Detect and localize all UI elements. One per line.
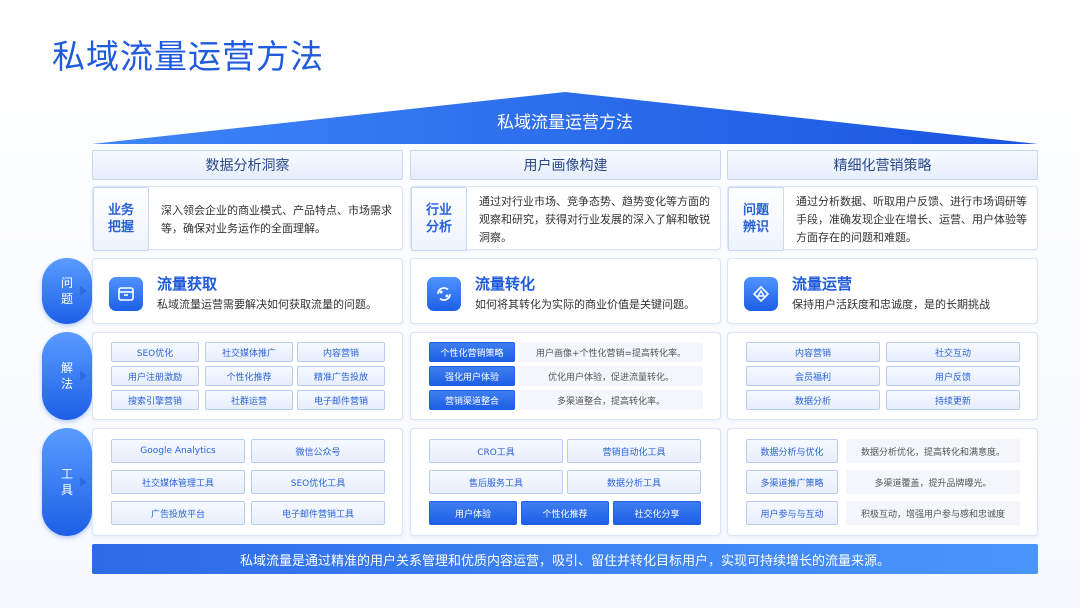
tools-box-1: Google Analytics 微信公众号 社交媒体管理工具 SEO优化工具 … [92,428,403,536]
intro-box-2: 行业 分析 通过对行业市场、竞争态势、趋势变化等方面的观察和研究，获得对行业发展… [410,186,721,251]
tool-note: 多渠道覆盖，提升品牌曝光。 [846,470,1020,494]
problem-box-2: 流量转化 如何将其转化为实际的商业价值是关键问题。 [410,258,721,324]
slide: 私域流量运营方法 私域流量运营方法 数据分析洞察 用户画像构建 精细化营销策略 … [0,0,1080,608]
intro-desc: 通过对行业市场、竞争态势、趋势变化等方面的观察和研究，获得对行业发展的深入了解和… [479,195,710,244]
intro-tag: 问题 辨识 [728,187,784,251]
solution-note: 多渠道整合，提高转化率。 [519,390,703,410]
problem-box-1: 流量获取 私域流量运营需要解决如何获取流量的问题。 [92,258,403,324]
tool-chip: 电子邮件营销工具 [251,501,385,525]
triangle-icon [744,277,778,311]
footer-banner: 私域流量是通过精准的用户关系管理和优质内容运营，吸引、留住并转化目标用户，实现可… [92,544,1038,574]
box-icon [109,277,143,311]
intro-box-3: 问题 辨识 通过分析数据、听取用户反馈、进行市场调研等手段，准确发现企业在增长、… [727,186,1038,251]
tool-chip: 多渠道推广策略 [746,470,838,494]
intro-box-1: 业务 把握 深入领会企业的商业模式、产品特点、市场需求等，确保对业务运作的全面理… [92,186,403,251]
tool-chip: 售后服务工具 [429,470,563,494]
tool-chip: 广告投放平台 [111,501,245,525]
solution-chip: 电子邮件营销 [297,390,385,410]
solution-chip: 个性化推荐 [205,366,293,386]
column-header-user-persona: 用户画像构建 [410,150,721,180]
solution-chip: 用户注册激励 [111,366,199,386]
solution-box-1: SEO优化 社交媒体推广 内容营销 用户注册激励 个性化推荐 精准广告投放 搜索… [92,332,403,420]
tool-chip-highlight: 社交化分享 [613,501,701,525]
solution-box-3: 内容营销 社交互动 会员福利 用户反馈 数据分析 持续更新 [727,332,1038,420]
page-title: 私域流量运营方法 [52,37,324,76]
solution-note: 用户画像+个性化营销=提高转化率。 [519,342,703,362]
tool-chip: 营销自动化工具 [567,439,701,463]
tool-note: 数据分析优化，提高转化和满意度。 [846,439,1020,463]
solution-chip: 社群运营 [205,390,293,410]
solution-chip: 内容营销 [297,342,385,362]
solution-chip-highlight: 强化用户体验 [429,366,515,386]
problem-box-3: 流量运营 保持用户活跃度和忠诚度，是的长期挑战 [727,258,1038,324]
solution-chip: 用户反馈 [886,366,1020,386]
tool-chip: 社交媒体管理工具 [111,470,245,494]
tool-chip: SEO优化工具 [251,470,385,494]
problem-title: 流量获取 [157,275,218,293]
problem-text: 保持用户活跃度和忠诚度，是的长期挑战 [792,298,990,311]
solution-note: 优化用户体验，促进流量转化。 [519,366,703,386]
tool-chip: 数据分析工具 [567,470,701,494]
solution-chip: SEO优化 [111,342,199,362]
column-header-data-insight: 数据分析洞察 [92,150,403,180]
solution-chip: 社交互动 [886,342,1020,362]
problem-title: 流量转化 [475,275,536,293]
intro-tag: 行业 分析 [411,187,467,251]
tool-chip-highlight: 个性化推荐 [521,501,609,525]
intro-tag: 业务 把握 [93,187,149,251]
arrow-right-icon [80,371,87,381]
problem-text: 如何将其转化为实际的商业价值是关键问题。 [475,298,695,311]
arrow-right-icon [80,286,87,296]
solution-chip: 内容营销 [746,342,880,362]
roof-label: 私域流量运营方法 [497,113,633,133]
solution-chip: 搜索引擎营销 [111,390,199,410]
solution-chip: 社交媒体推广 [205,342,293,362]
solution-chip: 会员福利 [746,366,880,386]
solution-chip: 数据分析 [746,390,880,410]
intro-desc: 通过分析数据、听取用户反馈、进行市场调研等手段，准确发现企业在增长、运营、用户体… [796,195,1027,244]
solution-chip: 精准广告投放 [297,366,385,386]
solution-chip-highlight: 营销渠道整合 [429,390,515,410]
solution-chip-highlight: 个性化营销策略 [429,342,515,362]
column-header-marketing-strategy: 精细化营销策略 [727,150,1038,180]
tool-chip-highlight: 用户体验 [429,501,517,525]
tool-note: 积极互动，增强用户参与感和忠诚度 [846,501,1020,525]
solution-chip: 持续更新 [886,390,1020,410]
tool-chip: Google Analytics [111,439,245,463]
solution-box-2: 个性化营销策略 用户画像+个性化营销=提高转化率。 强化用户体验 优化用户体验，… [410,332,721,420]
arrow-right-icon [80,477,87,487]
tool-chip: 数据分析与优化 [746,439,838,463]
tools-box-2: CRO工具 营销自动化工具 售后服务工具 数据分析工具 用户体验 个性化推荐 社… [410,428,721,536]
intro-desc: 深入领会企业的商业模式、产品特点、市场需求等，确保对业务运作的全面理解。 [161,204,392,235]
cycle-icon [427,277,461,311]
problem-title: 流量运营 [792,275,853,293]
tool-chip: CRO工具 [429,439,563,463]
tool-chip: 用户参与与互动 [746,501,838,525]
tool-chip: 微信公众号 [251,439,385,463]
problem-text: 私域流量运营需要解决如何获取流量的问题。 [157,298,377,311]
tools-box-3: 数据分析与优化 数据分析优化，提高转化和满意度。 多渠道推广策略 多渠道覆盖，提… [727,428,1038,536]
